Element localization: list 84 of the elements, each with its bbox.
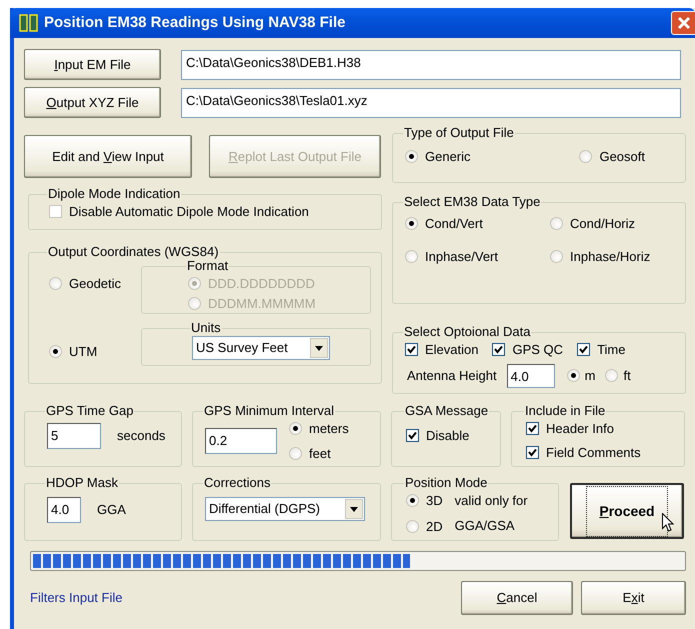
checkbox-label: Disable Automatic Dipole Mode Indication bbox=[69, 203, 309, 221]
checkbox[interactable] bbox=[577, 343, 590, 356]
hdop-field[interactable]: 4.0 bbox=[47, 497, 81, 523]
dropdown-value: Differential (DGPS) bbox=[209, 500, 320, 518]
radio-button[interactable] bbox=[550, 217, 563, 230]
option-label: Generic bbox=[425, 148, 471, 166]
option-label: Cond/Horiz bbox=[570, 215, 636, 233]
close-icon bbox=[677, 16, 691, 30]
group-title: Corrections bbox=[203, 475, 272, 491]
antenna-height-field[interactable]: 4.0 bbox=[506, 364, 555, 388]
group-title: Format bbox=[187, 258, 230, 274]
file-path-field[interactable]: C:\Data\Geonics38\Tesla01.xyz bbox=[181, 88, 681, 118]
checkbox-label: Time bbox=[597, 341, 626, 359]
option-label: 2D bbox=[426, 518, 443, 536]
dropdown-value: US Survey Feet bbox=[196, 339, 288, 358]
unit-label: GGA bbox=[97, 501, 126, 520]
checkbox-label: Header Info bbox=[546, 420, 614, 438]
units-dropdown[interactable]: US Survey Feet bbox=[192, 336, 330, 360]
option-label: meters bbox=[309, 420, 349, 438]
option-label: DDD.DDDDDDDD bbox=[208, 275, 315, 293]
option-label: UTM bbox=[69, 342, 98, 360]
option-label: Inphase/Horiz bbox=[570, 248, 650, 266]
antenna-height-label: Antenna Height bbox=[407, 366, 497, 385]
checkbox[interactable] bbox=[492, 343, 506, 356]
radio-button[interactable] bbox=[49, 344, 62, 358]
option-label: Geodetic bbox=[69, 275, 122, 293]
close-button[interactable] bbox=[671, 11, 695, 35]
radio-button[interactable] bbox=[289, 422, 302, 436]
min-interval-field[interactable]: 0.2 bbox=[205, 428, 277, 454]
checkbox[interactable] bbox=[526, 422, 539, 436]
note-text: valid only for bbox=[454, 492, 528, 510]
option-label: 3D bbox=[426, 492, 443, 510]
radio-button[interactable] bbox=[605, 369, 618, 382]
radio-button[interactable] bbox=[289, 446, 302, 460]
group-title: GPS Time Gap bbox=[45, 403, 134, 419]
app-icon bbox=[18, 14, 40, 32]
checkbox-label: Disable bbox=[426, 427, 470, 445]
radio-button[interactable] bbox=[405, 150, 418, 164]
mouse-cursor-icon bbox=[662, 513, 674, 532]
corrections-dropdown[interactable]: Differential (DGPS) bbox=[205, 497, 365, 521]
exit-button[interactable]: Exit bbox=[581, 581, 686, 615]
radio-button[interactable] bbox=[406, 494, 419, 508]
unit-label: seconds bbox=[117, 427, 166, 446]
group-title: Output Coordinates (WGS84) bbox=[47, 244, 220, 260]
group-title: Type of Output File bbox=[403, 125, 515, 141]
cancel-button[interactable]: Cancel bbox=[461, 581, 573, 615]
group-title: GPS Minimum Interval bbox=[203, 403, 336, 419]
file-button[interactable]: Output XYZ File bbox=[24, 87, 161, 118]
option-label: DDDMM.MMMMM bbox=[208, 294, 316, 312]
option-label: Inphase/Vert bbox=[425, 248, 498, 266]
radio-button[interactable] bbox=[550, 250, 563, 263]
checkbox-label: GPS QC bbox=[512, 341, 564, 359]
option-label: Geosoft bbox=[599, 148, 645, 166]
group-title: Include in File bbox=[524, 403, 606, 419]
option-label: m bbox=[584, 366, 596, 385]
option-label: ft bbox=[623, 366, 631, 385]
edit-view-button[interactable]: Edit and View Input bbox=[24, 135, 192, 178]
checkbox[interactable] bbox=[405, 343, 418, 356]
window-title: Position EM38 Readings Using NAV38 File bbox=[44, 12, 346, 33]
radio-button[interactable] bbox=[405, 217, 418, 230]
checkbox-label: Elevation bbox=[425, 341, 478, 359]
checkbox-label: Field Comments bbox=[546, 444, 641, 462]
option-label: Cond/Vert bbox=[425, 215, 483, 233]
group-title: HDOP Mask bbox=[45, 475, 119, 491]
radio-button[interactable] bbox=[566, 369, 580, 382]
radio-button[interactable] bbox=[406, 520, 419, 533]
group-title: Position Mode bbox=[404, 475, 488, 491]
group-title: Units bbox=[190, 320, 222, 336]
group-title: GSA Message bbox=[404, 403, 490, 419]
radio-button[interactable] bbox=[405, 250, 418, 263]
note-text: GGA/GSA bbox=[454, 516, 516, 534]
group-title: Dipole Mode Indication bbox=[47, 186, 182, 202]
checkbox[interactable] bbox=[526, 446, 539, 459]
group-title: Select Optoional Data bbox=[403, 324, 532, 340]
file-path-field[interactable]: C:\Data\Geonics38\DEB1.H38 bbox=[181, 50, 681, 80]
radio-button[interactable] bbox=[49, 277, 62, 290]
proceed-button[interactable]: Proceed bbox=[570, 483, 684, 539]
group-title: Select EM38 Data Type bbox=[403, 194, 542, 210]
radio-button[interactable] bbox=[579, 150, 592, 164]
time-gap-field[interactable]: 5 bbox=[47, 423, 101, 449]
option-label: feet bbox=[309, 444, 331, 462]
checkbox[interactable] bbox=[406, 429, 419, 442]
file-button[interactable]: Input EM File bbox=[24, 49, 161, 80]
status-text: Filters Input File bbox=[30, 589, 122, 608]
